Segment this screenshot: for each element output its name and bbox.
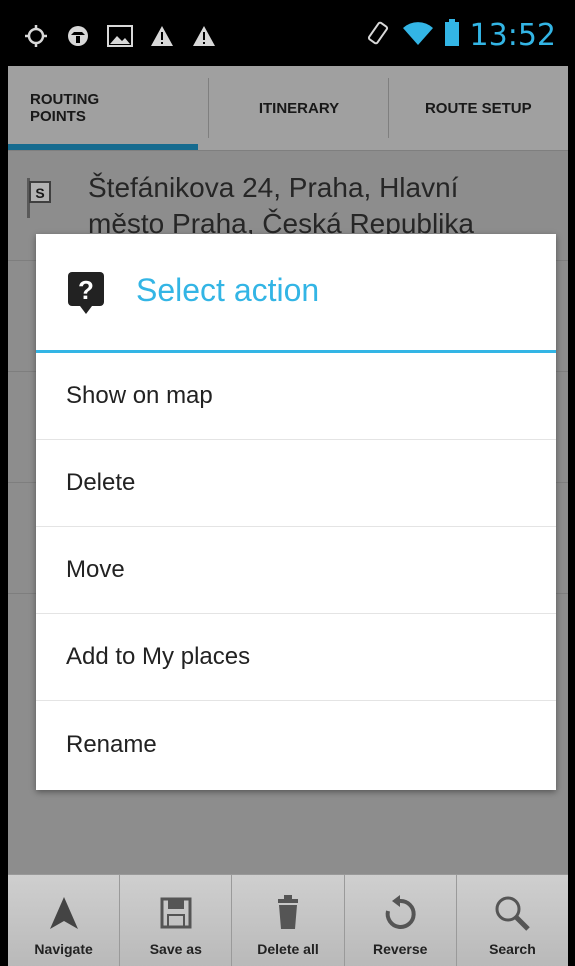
- svg-text:?: ?: [78, 275, 94, 305]
- status-right: 13:52: [364, 18, 556, 53]
- status-bar: 13:52: [8, 8, 568, 66]
- menu-item-show-on-map[interactable]: Show on map: [36, 353, 556, 440]
- dialog-menu: Show on map Delete Move Add to My places…: [36, 353, 556, 788]
- dialog-title: Select action: [136, 272, 320, 308]
- save-icon: [160, 897, 192, 929]
- bottom-toolbar: Navigate Save as Delete all Reverse Sear…: [8, 874, 568, 966]
- menu-item-delete[interactable]: Delete: [36, 440, 556, 527]
- save-as-button[interactable]: Save as: [120, 875, 233, 966]
- select-action-dialog: ? Select action Show on map Delete Move …: [36, 234, 556, 790]
- question-icon: ?: [68, 272, 104, 314]
- battery-icon: [444, 19, 460, 52]
- toolbar-label: Navigate: [34, 941, 93, 957]
- dialog-header: ? Select action: [36, 234, 556, 353]
- delete-all-button[interactable]: Delete all: [232, 875, 345, 966]
- navigate-button[interactable]: Navigate: [8, 875, 121, 966]
- status-left-icons: [22, 22, 218, 50]
- reverse-icon: [385, 895, 416, 929]
- toolbar-label: Reverse: [372, 941, 428, 957]
- toolbar-label: Search: [489, 941, 536, 957]
- menu-item-add-to-my-places[interactable]: Add to My places: [36, 614, 556, 701]
- toolbar-label: Delete all: [257, 941, 319, 957]
- wifi-icon: [402, 20, 434, 51]
- warning-icon: [148, 22, 176, 50]
- navigate-icon: [49, 897, 78, 929]
- search-icon: [495, 896, 531, 931]
- menu-item-move[interactable]: Move: [36, 527, 556, 614]
- clock: 13:52: [469, 18, 556, 53]
- warning-icon: [190, 22, 218, 50]
- navigation-icon: [64, 22, 92, 50]
- trash-icon: [278, 895, 298, 929]
- menu-item-rename[interactable]: Rename: [36, 701, 556, 788]
- gps-icon: [22, 22, 50, 50]
- search-button[interactable]: Search: [457, 875, 568, 966]
- rotation-icon: [364, 19, 392, 52]
- reverse-button[interactable]: Reverse: [345, 875, 457, 966]
- toolbar-label: Save as: [149, 941, 202, 957]
- app-screen: 13:52 ROUTING POINTS ITINERARY ROUTE SET…: [8, 8, 568, 966]
- image-icon: [106, 22, 134, 50]
